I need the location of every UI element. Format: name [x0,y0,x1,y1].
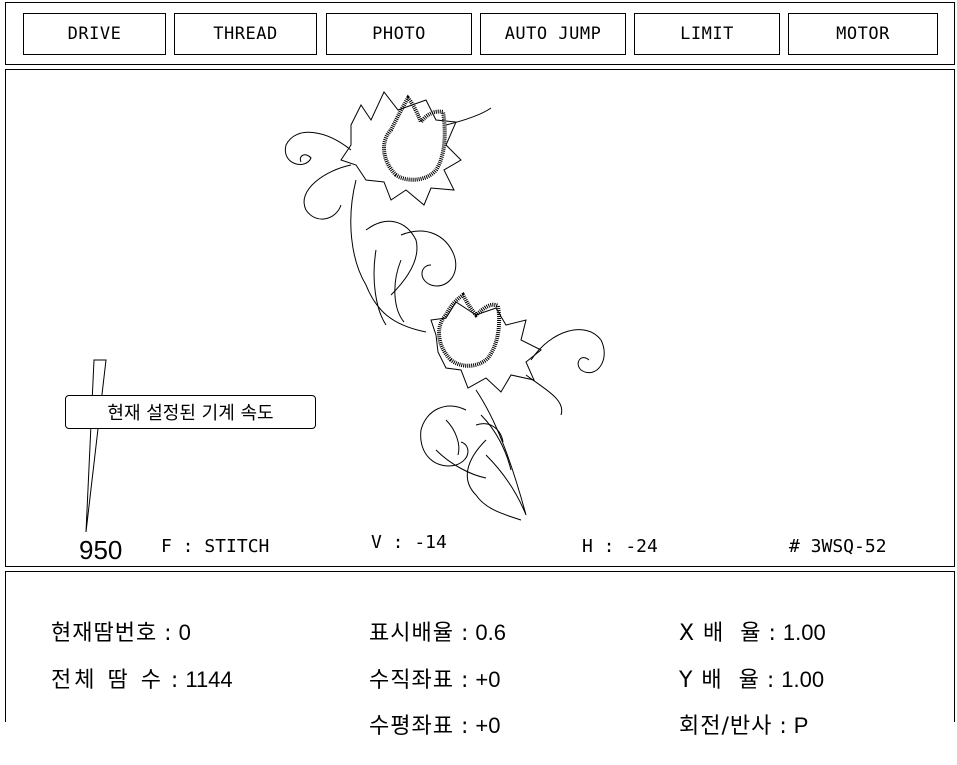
design-canvas[interactable]: 현재 설정된 기계 속도 950 F : STITCH V : -14 H : … [5,69,955,567]
total-stitch-value: 1144 [185,667,233,692]
lower-flower-head [437,292,502,368]
callout-pointer [85,359,107,533]
tab-drive[interactable]: DRIVE [23,13,166,55]
tab-limit[interactable]: LIMIT [634,13,780,55]
vertical-offset: V : -14 [371,532,447,553]
lower-stem [475,389,527,516]
middle-leaf [365,220,457,296]
rotate-mirror: 회전/반사 : P [678,713,809,739]
upper-leaf-left [284,131,352,220]
embroidery-design [85,91,605,533]
stitch-type: F : STITCH [161,536,270,557]
upper-flower-head [382,94,447,182]
upper-flower-petals [340,91,462,206]
tendril [445,107,492,126]
design-name: # 3WSQ-52 [789,536,887,557]
rotate-mirror-value: P [793,713,809,738]
horizontal-offset: H : -24 [582,536,658,557]
middle-leaf-2 [373,249,405,326]
tab-auto-jump[interactable]: AUTO JUMP [480,13,626,55]
right-swirl [525,329,605,416]
toolbar: DRIVE THREAD PHOTO AUTO JUMP LIMIT MOTOR [5,2,955,65]
horizontal-coordinate: 수평좌표 : +0 [368,713,501,739]
speed-callout: 현재 설정된 기계 속도 [65,395,316,429]
machine-speed: 950 [79,535,123,565]
horizontal-coordinate-value: +0 [475,713,501,738]
tab-motor[interactable]: MOTOR [788,13,938,55]
upper-stem [350,179,427,333]
tab-photo[interactable]: PHOTO [326,13,472,55]
lower-leaves [420,405,522,521]
tab-thread[interactable]: THREAD [174,13,317,55]
total-stitch-count: 전체 땀 수 : 1144 [50,667,233,693]
info-panel: 현재땀번호 : 0 전체 땀 수 : 1144 표시배율 : 0.6 수직좌표 … [5,571,955,739]
